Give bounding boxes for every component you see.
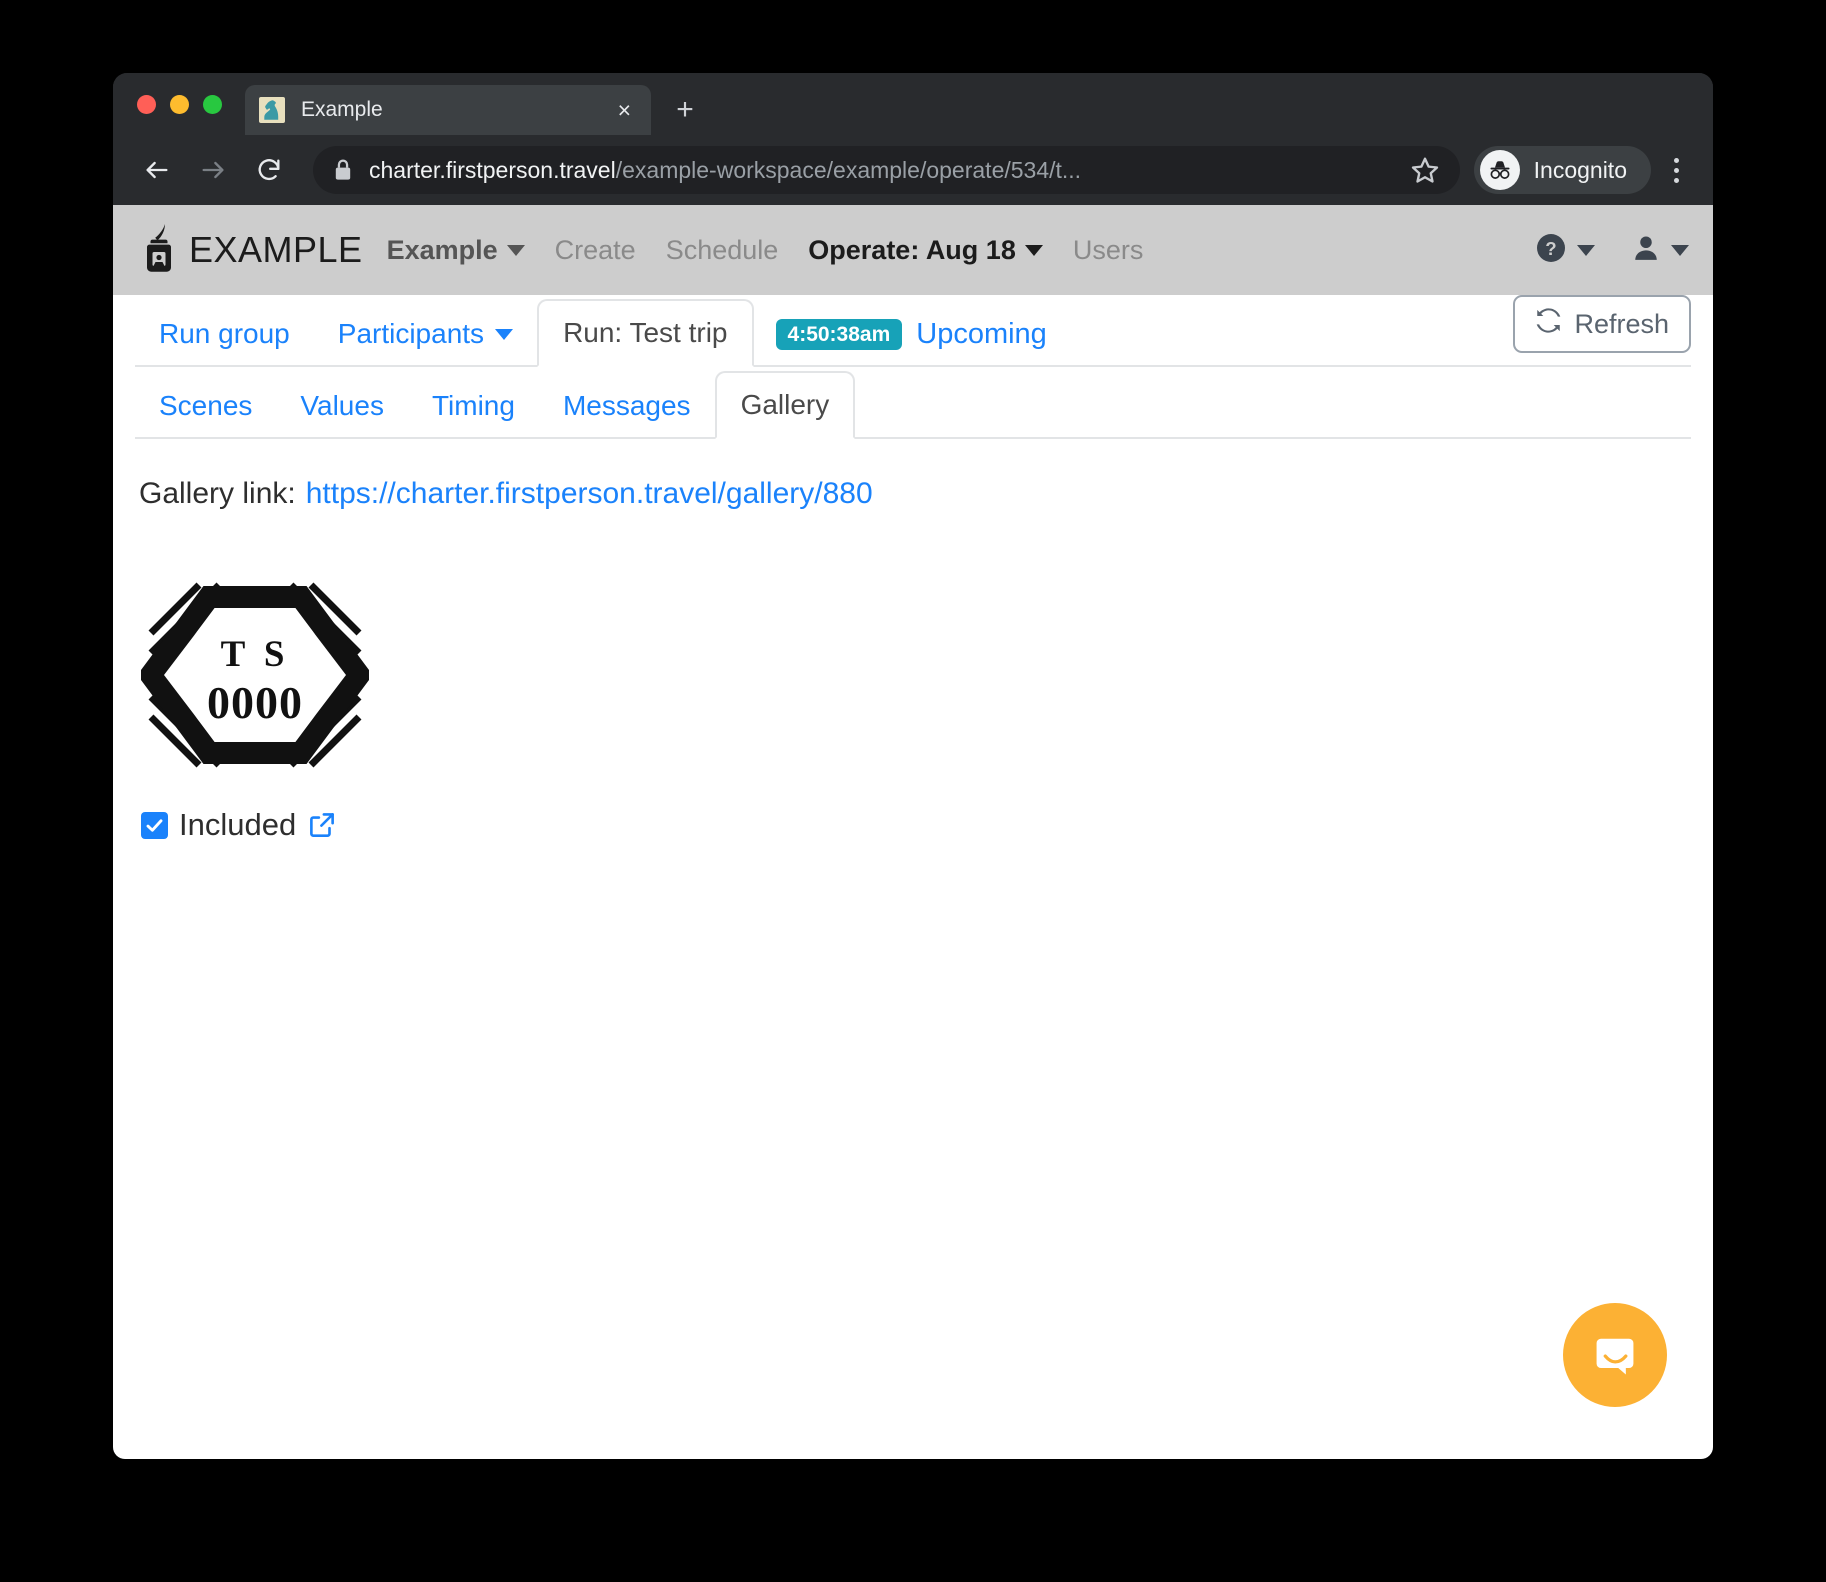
- badge-text-top: T S: [221, 634, 290, 675]
- forward-button[interactable]: [191, 148, 235, 192]
- nav-item-example[interactable]: Example: [387, 235, 525, 266]
- address-bar[interactable]: charter.firstperson.travel/example-works…: [313, 146, 1460, 194]
- primary-tab-row: Run group Participants Run: Test trip 4:…: [135, 295, 1691, 367]
- included-checkbox[interactable]: [141, 811, 168, 839]
- intercom-chat-launcher[interactable]: [1563, 1303, 1667, 1407]
- help-menu-button[interactable]: ?: [1535, 232, 1595, 269]
- tab-label: Timing: [431, 390, 515, 421]
- page-viewport: EXAMPLE Example Create Schedule Operate:…: [113, 205, 1713, 1459]
- chevron-down-icon: [1577, 244, 1595, 256]
- hexagonal-badge-logo: T S 0000: [141, 582, 369, 768]
- tab-timing[interactable]: Timing: [408, 375, 539, 437]
- new-tab-button[interactable]: +: [669, 95, 701, 127]
- url-host: charter.firstperson.travel: [369, 156, 616, 183]
- nav-item-label: Create: [554, 234, 636, 265]
- nav-item-label: Example: [386, 234, 498, 265]
- check-icon: [146, 818, 163, 832]
- tab-participants[interactable]: Participants: [314, 303, 537, 365]
- tab-label: Values: [300, 390, 384, 421]
- included-label: Included: [179, 807, 297, 842]
- kebab-menu-icon[interactable]: [1661, 148, 1691, 192]
- tab-label: Run group: [159, 318, 290, 349]
- star-icon[interactable]: [1410, 155, 1440, 185]
- lock-icon: [333, 158, 353, 182]
- tab-run-test-trip[interactable]: Run: Test trip: [537, 299, 754, 367]
- nav-item-label: Users: [1072, 234, 1144, 265]
- tab-label: Gallery: [740, 389, 830, 420]
- incognito-label: Incognito: [1533, 156, 1627, 183]
- tab-messages[interactable]: Messages: [539, 375, 715, 437]
- maximize-window-button[interactable]: [203, 95, 222, 114]
- tab-label: Participants: [337, 318, 485, 349]
- app-header: EXAMPLE Example Create Schedule Operate:…: [113, 205, 1713, 295]
- refresh-button-label: Refresh: [1574, 308, 1669, 339]
- svg-text:?: ?: [1545, 237, 1556, 258]
- refresh-icon: [1535, 307, 1562, 341]
- tab-values[interactable]: Values: [276, 375, 408, 437]
- browser-tab[interactable]: Example ×: [245, 85, 651, 135]
- app-header-right: ?: [1535, 232, 1689, 269]
- run-time-badge: 4:50:38am: [775, 318, 903, 350]
- tab-label: Messages: [562, 390, 691, 421]
- user-menu-button[interactable]: [1631, 232, 1689, 269]
- external-link-icon[interactable]: [307, 810, 337, 840]
- user-icon: [1631, 232, 1661, 269]
- run-status-group: 4:50:38am Upcoming: [775, 303, 1047, 365]
- refresh-button[interactable]: Refresh: [1513, 295, 1691, 353]
- chess-knight-icon: [259, 97, 285, 123]
- gallery-link-url[interactable]: https://charter.firstperson.travel/galle…: [306, 477, 873, 511]
- tab-label: Scenes: [159, 390, 253, 421]
- minimize-window-button[interactable]: [170, 95, 189, 114]
- browser-tab-title: Example: [301, 98, 383, 121]
- gallery-link-row: Gallery link: https://charter.firstperso…: [139, 477, 1713, 511]
- nav-item-users[interactable]: Users: [1073, 235, 1144, 266]
- browser-window: Example × + charter.firstperson.travel/e…: [113, 73, 1713, 1459]
- reload-button[interactable]: [247, 148, 291, 192]
- help-circle-icon: ?: [1535, 232, 1567, 269]
- brand-logo-link[interactable]: EXAMPLE: [139, 222, 363, 279]
- address-bar-url: charter.firstperson.travel/example-works…: [369, 157, 1396, 184]
- back-button[interactable]: [135, 148, 179, 192]
- nav-item-create[interactable]: Create: [555, 235, 636, 266]
- chevron-down-icon: [495, 328, 514, 340]
- tabs-container: Run group Participants Run: Test trip 4:…: [113, 295, 1713, 439]
- close-window-button[interactable]: [137, 95, 156, 114]
- inkwell-quill-icon: [139, 222, 179, 279]
- nav-item-label: Schedule: [665, 234, 779, 265]
- nav-item-label: Operate: Aug 18: [808, 234, 1016, 265]
- gallery-link-label: Gallery link:: [139, 477, 296, 510]
- tab-scenes[interactable]: Scenes: [135, 375, 276, 437]
- tab-label: Run: Test trip: [563, 317, 728, 348]
- chevron-down-icon: [1671, 244, 1689, 256]
- run-status-link[interactable]: Upcoming: [916, 318, 1047, 351]
- incognito-profile-button[interactable]: Incognito: [1473, 146, 1651, 194]
- tab-gallery[interactable]: Gallery: [714, 371, 856, 439]
- badge-text-bottom: 0000: [207, 677, 303, 728]
- included-row: Included: [141, 807, 1713, 843]
- nav-item-operate[interactable]: Operate: Aug 18: [808, 235, 1043, 266]
- url-path: /example-workspace/example/operate/534/t…: [615, 156, 1082, 183]
- secondary-tab-row: Scenes Values Timing Messages Gallery: [135, 367, 1691, 439]
- brand-name: EXAMPLE: [189, 229, 363, 270]
- incognito-icon: [1479, 150, 1520, 190]
- chevron-down-icon: [506, 244, 525, 256]
- window-traffic-lights: [137, 95, 222, 114]
- browser-toolbar: charter.firstperson.travel/example-works…: [113, 135, 1713, 205]
- close-tab-button[interactable]: ×: [612, 98, 637, 122]
- browser-tab-strip: Example × +: [113, 73, 1713, 135]
- chat-bubble-icon: [1596, 1338, 1634, 1375]
- nav-item-schedule[interactable]: Schedule: [666, 235, 779, 266]
- gallery-photo-thumbnail[interactable]: T S 0000: [141, 561, 369, 789]
- chevron-down-icon: [1024, 244, 1043, 256]
- tab-run-group[interactable]: Run group: [135, 303, 314, 365]
